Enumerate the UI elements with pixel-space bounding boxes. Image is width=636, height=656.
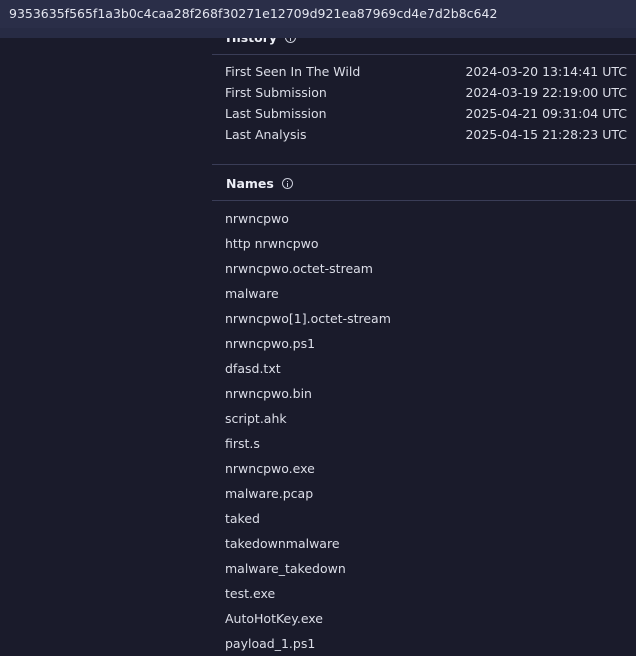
name-item: malware_takedown [225, 561, 346, 576]
name-item: nrwncpwo [225, 211, 289, 226]
names-section-header: Names [212, 165, 636, 201]
name-item: dfasd.txt [225, 361, 281, 376]
name-item: nrwncpwo.octet-stream [225, 261, 373, 276]
name-item: malware.pcap [225, 486, 314, 501]
history-row-label: Last Submission [225, 106, 327, 121]
history-row: First Submission 2024-03-19 22:19:00 UTC [212, 82, 636, 103]
history-row-value: 2025-04-21 09:31:04 UTC [465, 106, 627, 121]
history-row-label: First Seen In The Wild [225, 64, 361, 79]
name-item: nrwncpwo.bin [225, 386, 312, 401]
details-panel: History First Seen In The Wild 2024-03-2… [212, 0, 636, 652]
history-row-value: 2024-03-20 13:14:41 UTC [465, 64, 627, 79]
history-row: Last Submission 2025-04-21 09:31:04 UTC [212, 103, 636, 124]
file-hash: 9353635f565f1a3b0c4caa28f268f30271e12709… [9, 6, 498, 21]
name-item: nrwncpwo.ps1 [225, 336, 316, 351]
history-row-label: Last Analysis [225, 127, 307, 142]
name-item: test.exe [225, 586, 276, 601]
history-row: Last Analysis 2025-04-15 21:28:23 UTC [212, 124, 636, 145]
names-title: Names [226, 175, 274, 191]
name-item: nrwncpwo[1].octet-stream [225, 311, 391, 326]
name-item: AutoHotKey.exe [225, 611, 323, 626]
name-item: takedownmalware [225, 536, 340, 551]
history-row-value: 2025-04-15 21:28:23 UTC [465, 127, 627, 142]
names-divider [212, 200, 636, 201]
history-row-value: 2024-03-19 22:19:00 UTC [465, 85, 627, 100]
topbar-divider [0, 28, 636, 38]
history-row: First Seen In The Wild 2024-03-20 13:14:… [212, 61, 636, 82]
name-item: taked [225, 511, 260, 526]
name-item: first.s [225, 436, 260, 451]
history-row-label: First Submission [225, 85, 327, 100]
info-circle-icon[interactable] [281, 177, 293, 189]
file-hash-bar: 9353635f565f1a3b0c4caa28f268f30271e12709… [0, 0, 636, 28]
names-list: nrwncpwo http nrwncpwo nrwncpwo.octet-st… [212, 206, 636, 656]
name-item: payload_1.ps1 [225, 636, 316, 651]
history-divider [212, 54, 636, 55]
name-item: nrwncpwo.exe [225, 461, 315, 476]
name-item: script.ahk [225, 411, 287, 426]
name-item: malware [225, 286, 279, 301]
name-item: http nrwncpwo [225, 236, 319, 251]
